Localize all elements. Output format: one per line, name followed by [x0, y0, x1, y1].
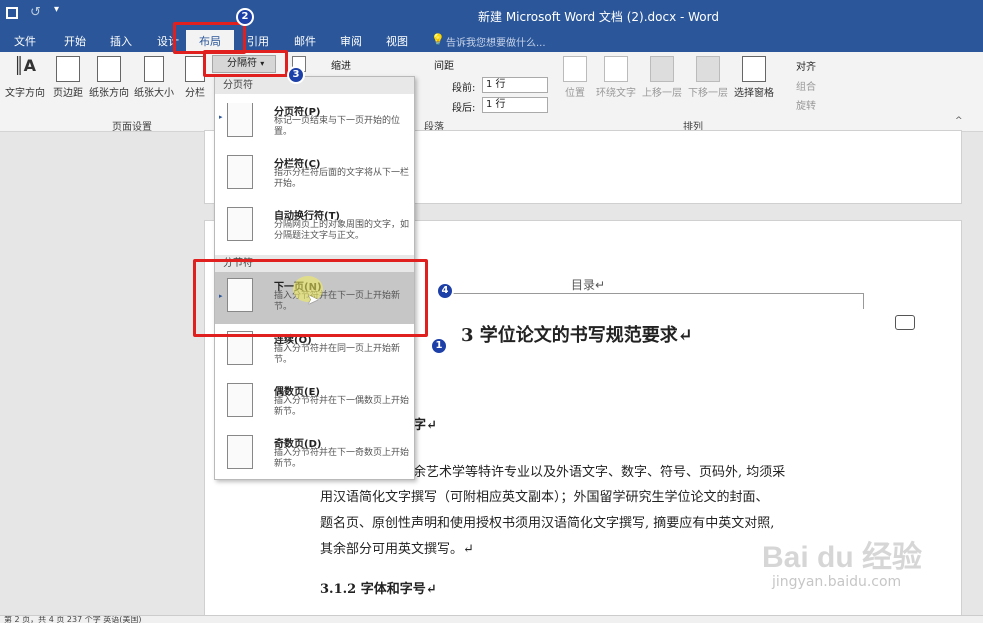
wrap-text-label: 环绕文字 [596, 88, 636, 99]
page-break-icon [227, 103, 253, 137]
section-heading-fragment: 字↵ [413, 418, 437, 433]
column-break-icon [227, 155, 253, 189]
columns-icon [185, 56, 205, 82]
odd-page-break-icon [227, 435, 253, 469]
rotate-button[interactable]: 旋转 [796, 97, 816, 112]
document-workspace: 目录↵ 3 学位论文的书写规范要求↵ 字↵ 余艺术学等特许专业以及外语文字、数字… [0, 130, 983, 620]
columns-label: 分栏 [185, 88, 205, 99]
qat-customize-icon[interactable]: ▾ [54, 4, 59, 15]
page-setup-group-label: 页面设置 [112, 122, 152, 133]
menu-section-page-breaks: 分页符 [215, 77, 414, 94]
even-page-break-icon [227, 383, 253, 417]
highlight-next-page [193, 259, 428, 337]
baidu-watermark-logo: Bai du 经验 [762, 541, 923, 574]
spacing-label: 间距 [434, 61, 454, 72]
orientation-button[interactable]: 纸张方向 [87, 56, 131, 99]
size-icon [144, 56, 164, 82]
pointer-arrow-icon: ▸ [219, 113, 223, 121]
spacing-before-input[interactable]: 1 行 [482, 77, 548, 93]
group-button[interactable]: 组合 [796, 78, 816, 93]
status-bar: 第 2 页，共 4 页 237 个字 英语(美国) [0, 615, 983, 623]
selection-pane-icon [742, 56, 766, 82]
tab-mailings[interactable]: 邮件 [294, 33, 316, 49]
tab-file[interactable]: 文件 [14, 33, 36, 49]
position-icon [563, 56, 587, 82]
spacing-after-input[interactable]: 1 行 [482, 97, 548, 113]
selection-pane-button[interactable]: 选择窗格 [732, 56, 776, 99]
tab-home[interactable]: 开始 [64, 33, 86, 49]
orientation-icon [97, 56, 121, 82]
menu-item-description: 插入分节符并在同一页上开始新节。 [274, 344, 401, 365]
undo-icon[interactable]: ↺ [30, 5, 41, 20]
status-text: 第 2 页，共 4 页 237 个字 英语(美国) [4, 615, 142, 623]
paragraph-line: 余艺术学等特许专业以及外语文字、数字、符号、页码外, 均须采 [413, 465, 786, 480]
paragraph-line: 用汉语简化文字撰写（可附相应英文副本）；外国留学研究生学位论文的封面、 [320, 490, 769, 505]
step-marker-2: 2 [236, 8, 254, 26]
window-title: 新建 Microsoft Word 文档 (2).docx - Word [478, 10, 719, 24]
ribbon: ║A 文字方向 页边距 纸张方向 纸张大小 分栏 分隔符 ▾ 页面设置 缩进 间… [0, 52, 983, 133]
bring-forward-label: 上移一层 [642, 88, 682, 99]
paragraph-line: 题名页、原创性声明和使用授权书须用汉语简化文字撰写, 摘要应有中英文对照, [320, 516, 775, 531]
menu-item-description: 插入分节符并在下一奇数页上开始新节。 [274, 448, 410, 469]
text-direction-button[interactable]: ║A 文字方向 [4, 56, 46, 99]
menu-item-page-break[interactable]: ▸ 分页符(P) 标记一页结束与下一页开始的位置。 [215, 97, 414, 149]
position-label: 位置 [565, 88, 585, 99]
spacing-before-label: 段前: [452, 83, 476, 94]
margins-icon [56, 56, 80, 82]
menu-item-description: 标记一页结束与下一页开始的位置。 [274, 116, 401, 137]
sub-heading: 3.1.2 字体和字号↵ [320, 582, 437, 597]
indent-label: 缩进 [331, 61, 351, 72]
selection-pane-label: 选择窗格 [734, 88, 774, 99]
header-corner [850, 293, 864, 309]
save-icon[interactable] [6, 7, 18, 19]
step-marker-4: 4 [436, 282, 454, 300]
lightbulb-icon: 💡 [431, 33, 445, 46]
collapse-ribbon-icon[interactable]: ^ [955, 116, 963, 126]
watermark-url: jingyan.baidu.com [772, 574, 902, 590]
highlight-breaks-button [203, 50, 288, 77]
wrap-text-icon [604, 56, 628, 82]
tab-view[interactable]: 视图 [386, 33, 408, 49]
bring-forward-button[interactable]: 上移一层 [640, 56, 684, 99]
send-backward-button[interactable]: 下移一层 [686, 56, 730, 99]
size-label: 纸张大小 [134, 88, 174, 99]
text-wrapping-break-icon [227, 207, 253, 241]
spacing-after-label: 段后: [452, 103, 476, 114]
header-text: 目录↵ [571, 278, 606, 292]
tell-me-input[interactable]: 告诉我您想要做什么... [446, 34, 546, 49]
header-line [441, 293, 851, 294]
tab-review[interactable]: 审阅 [340, 33, 362, 49]
bring-forward-icon [650, 56, 674, 82]
step-marker-1: 1 [430, 337, 448, 355]
menu-item-odd-page[interactable]: 奇数页(D) 插入分节符并在下一奇数页上开始新节。 [215, 429, 414, 481]
text-direction-icon: ║A [13, 56, 36, 75]
ribbon-tabs: 文件 开始 插入 设计 布局 引用 邮件 审阅 视图 💡 告诉我您想要做什么..… [0, 30, 983, 52]
margins-button[interactable]: 页边距 [50, 56, 86, 99]
send-backward-label: 下移一层 [688, 88, 728, 99]
menu-item-description: 插入分节符并在下一偶数页上开始新节。 [274, 396, 410, 417]
title-bar: ↺ ▾ 新建 Microsoft Word 文档 (2).docx - Word [0, 0, 983, 30]
send-backward-icon [696, 56, 720, 82]
menu-item-even-page[interactable]: 偶数页(E) 插入分节符并在下一偶数页上开始新节。 [215, 377, 414, 429]
size-button[interactable]: 纸张大小 [132, 56, 176, 99]
tab-references[interactable]: 引用 [247, 33, 269, 49]
margins-label: 页边距 [53, 88, 83, 99]
orientation-label: 纸张方向 [89, 88, 129, 99]
menu-item-description: 指示分栏符后面的文字将从下一栏开始。 [274, 168, 410, 189]
align-button[interactable]: 对齐 [796, 58, 816, 73]
menu-item-description: 分隔网页上的对象周围的文字，如分隔题注文字与正文。 [274, 220, 410, 241]
menu-item-column-break[interactable]: 分栏符(C) 指示分栏符后面的文字将从下一栏开始。 [215, 149, 414, 201]
wrap-text-button[interactable]: 环绕文字 [594, 56, 638, 99]
tab-insert[interactable]: 插入 [110, 33, 132, 49]
comment-icon[interactable] [895, 315, 915, 330]
chapter-heading: 3 学位论文的书写规范要求↵ [461, 325, 693, 346]
paragraph-line: 其余部分可用英文撰写。↵ [320, 542, 474, 557]
position-button[interactable]: 位置 [562, 56, 588, 99]
menu-item-text-wrapping-break[interactable]: 自动换行符(T) 分隔网页上的对象周围的文字，如分隔题注文字与正文。 [215, 201, 414, 253]
step-marker-3: 3 [287, 66, 305, 84]
text-direction-label: 文字方向 [5, 88, 45, 99]
